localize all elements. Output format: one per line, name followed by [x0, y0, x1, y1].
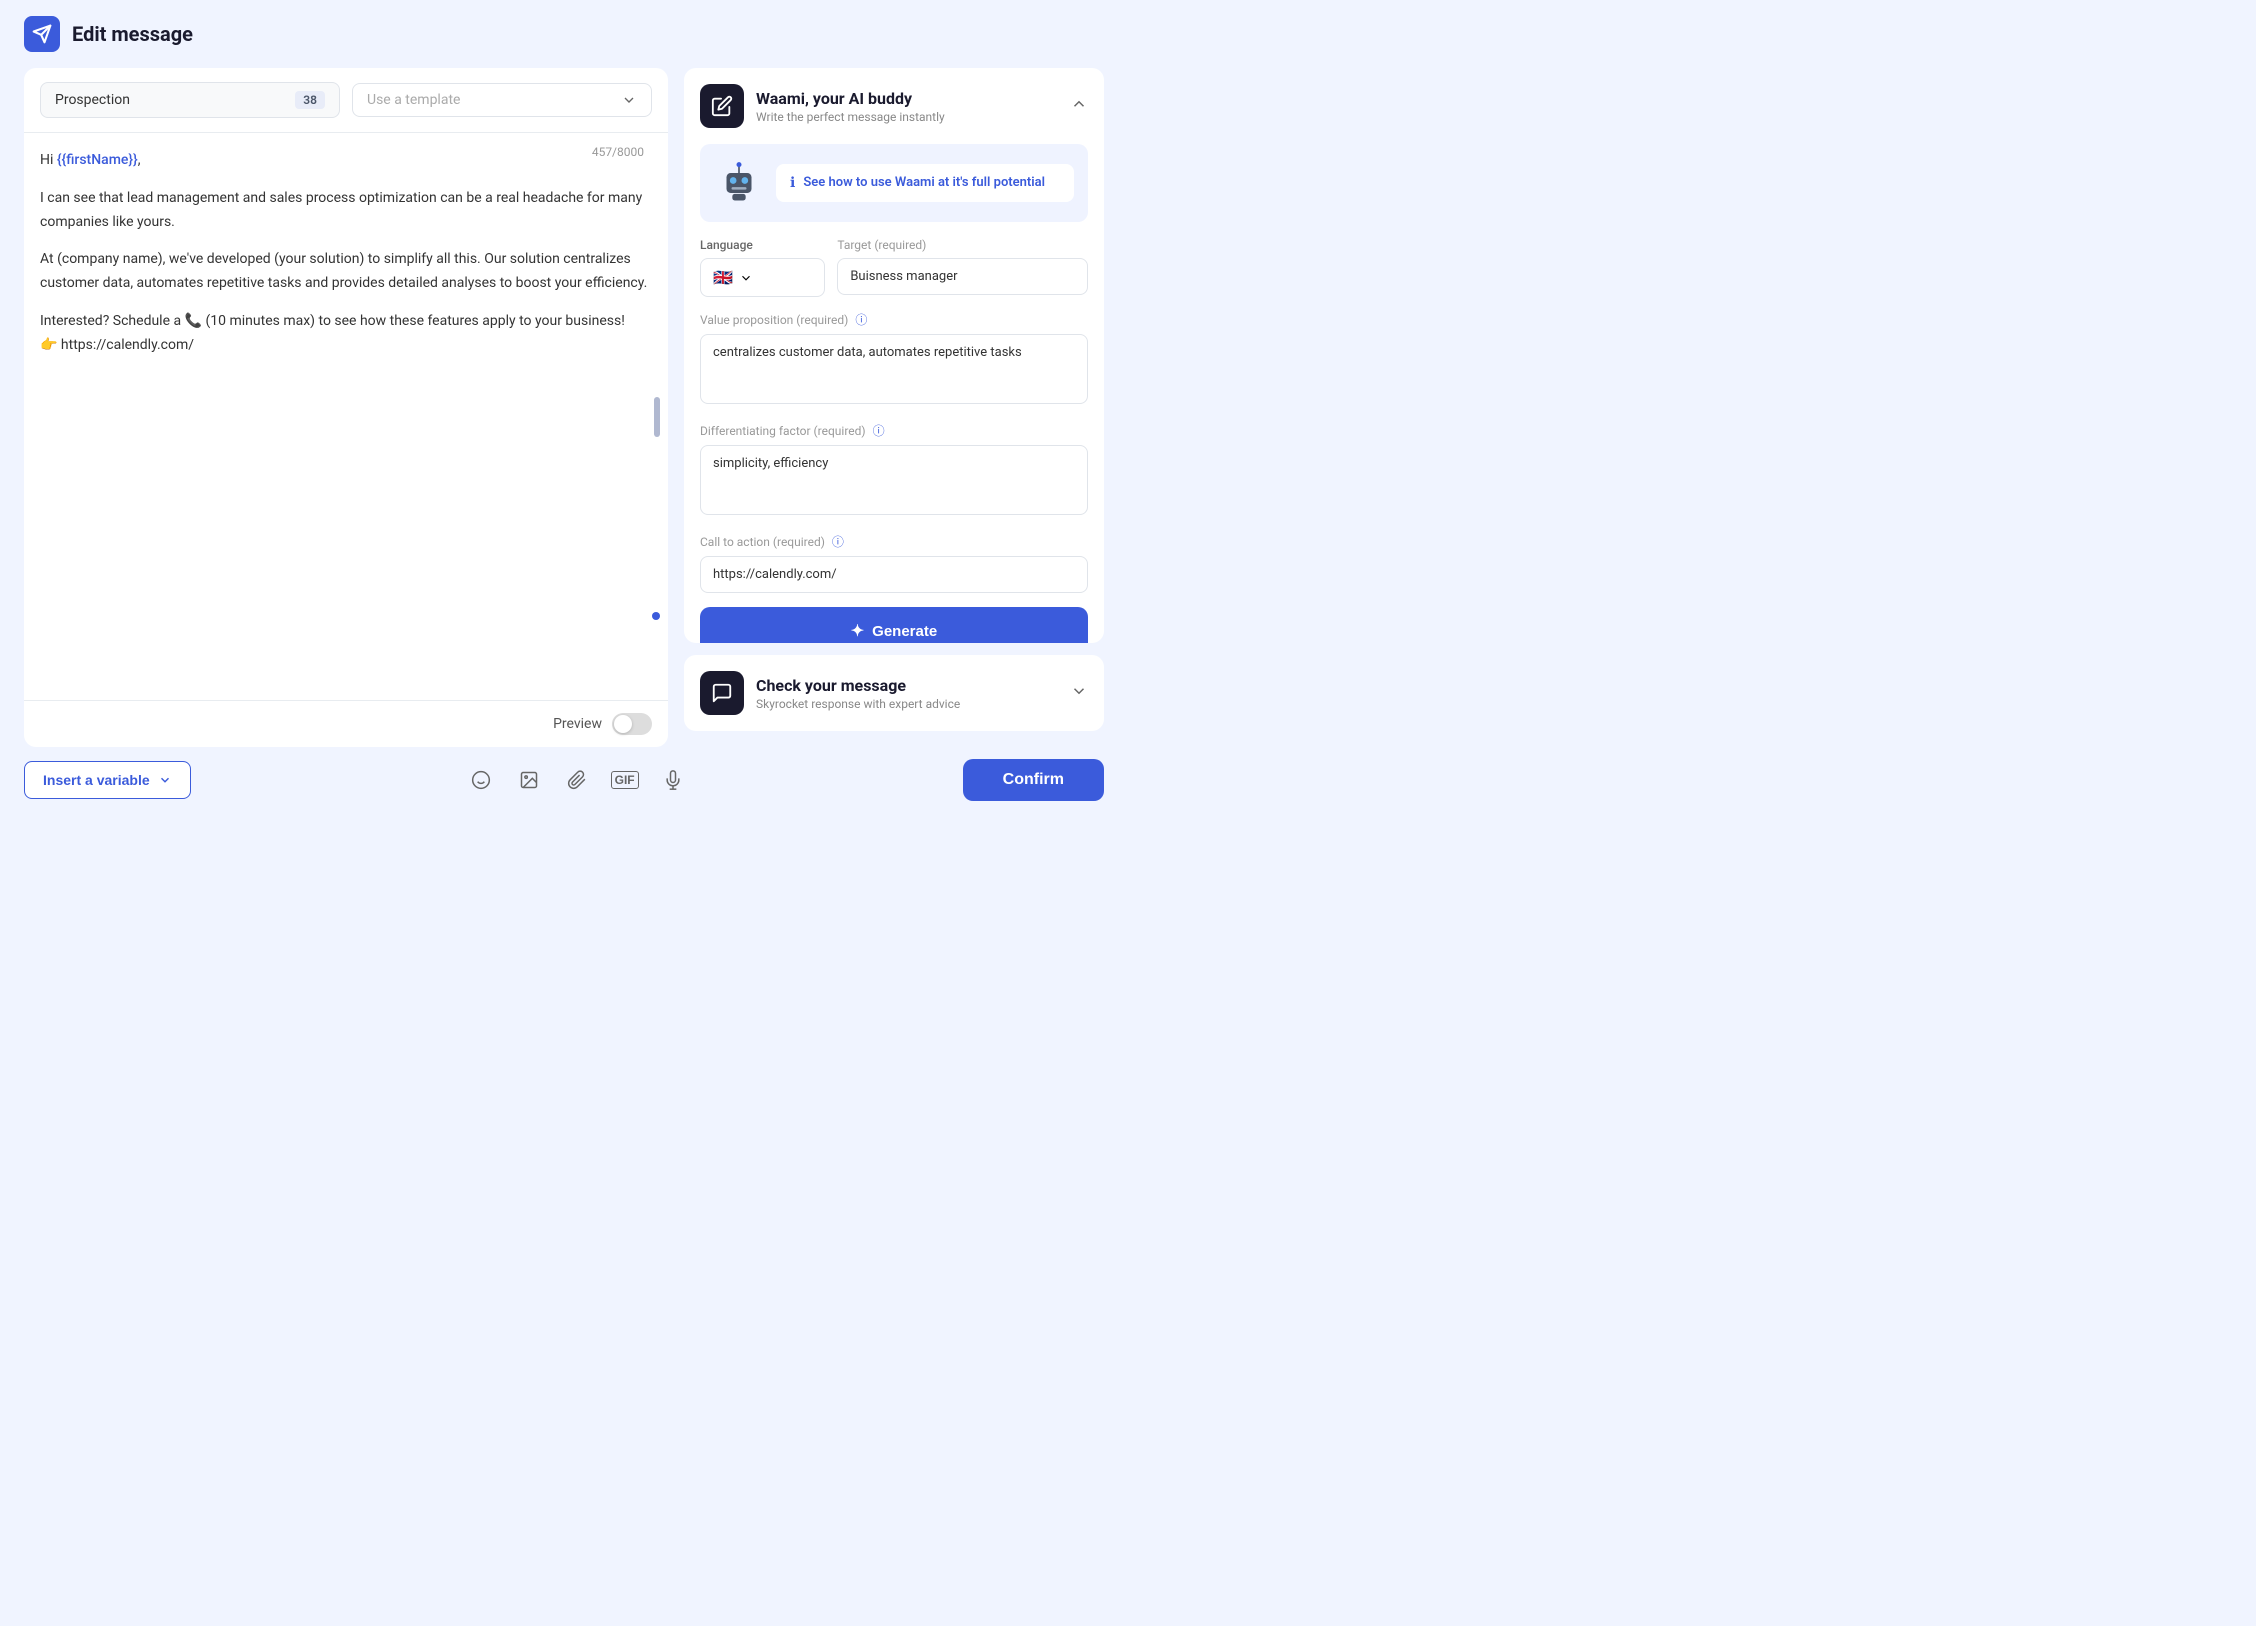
main-content: Prospection 38 Use a template 457/8000 H… [0, 68, 1128, 747]
message-para3: Interested? Schedule a 📞 (10 minutes max… [40, 310, 652, 358]
preview-toggle[interactable] [612, 713, 652, 735]
sequence-count: 38 [295, 91, 325, 109]
chevron-down-icon [1070, 682, 1088, 700]
voice-button[interactable] [657, 764, 689, 796]
sequence-label: Prospection [55, 92, 130, 108]
template-dropdown[interactable]: Use a template [352, 83, 652, 117]
edit-icon [711, 95, 733, 117]
ai-panel-header[interactable]: Waami, your AI buddy Write the perfect m… [684, 68, 1104, 144]
differentiating-input[interactable]: simplicity, efficiency [700, 445, 1088, 515]
template-placeholder: Use a template [367, 92, 460, 108]
target-label: Target (required) [837, 238, 1088, 252]
chevron-down-icon [158, 773, 172, 787]
chevron-down-icon [621, 92, 637, 108]
microphone-icon [663, 770, 683, 790]
language-field-group: Language 🇬🇧 [700, 238, 825, 297]
chevron-up-icon [1070, 95, 1088, 113]
info-icon-diff: ⓘ [873, 424, 885, 438]
ai-subtitle: Write the perfect message instantly [756, 110, 1058, 124]
toolbar-icons: GIF [203, 764, 951, 796]
value-prop-label: Value proposition (required) ⓘ [700, 311, 1088, 328]
phone-emoji: 📞 [185, 313, 202, 329]
check-subtitle: Skyrocket response with expert advice [756, 697, 1058, 711]
firstname-variable: {{firstName}} [57, 152, 138, 168]
waami-icon-box [700, 84, 744, 128]
paperclip-icon [567, 770, 587, 790]
right-panel: Waami, your AI buddy Write the perfect m… [684, 68, 1104, 747]
waami-promo-banner: ℹ See how to use Waami at it's full pote… [700, 144, 1088, 222]
info-icon-cta: ⓘ [832, 535, 844, 549]
check-panel-header[interactable]: Check your message Skyrocket response wi… [684, 655, 1104, 731]
page-title: Edit message [72, 22, 193, 46]
target-input[interactable] [837, 258, 1088, 295]
robot-avatar [714, 158, 764, 208]
chevron-down-icon [739, 271, 753, 285]
message-para1: I can see that lead management and sales… [40, 187, 652, 235]
message-line1: Hi {{firstName}}, [40, 149, 652, 173]
cta-group: Call to action (required) ⓘ https://cale… [700, 533, 1088, 593]
ai-title: Waami, your AI buddy [756, 89, 1058, 108]
attachment-button[interactable] [561, 764, 593, 796]
preview-label: Preview [553, 716, 602, 732]
generate-button[interactable]: ✦ Generate [700, 607, 1088, 643]
promo-text-box[interactable]: ℹ See how to use Waami at it's full pote… [776, 164, 1074, 202]
image-button[interactable] [513, 764, 545, 796]
left-panel: Prospection 38 Use a template 457/8000 H… [24, 68, 668, 747]
app-container: Edit message Prospection 38 Use a templa… [0, 0, 1128, 813]
bottom-toolbar: Insert a variable [0, 747, 1128, 813]
message-controls: Prospection 38 Use a template [24, 68, 668, 133]
ai-panel-body: ℹ See how to use Waami at it's full pote… [684, 144, 1104, 643]
flag-icon: 🇬🇧 [713, 268, 733, 287]
promo-link: See how to use Waami at it's full potent… [803, 174, 1045, 192]
check-title: Check your message [756, 676, 1058, 695]
expand-button[interactable] [1070, 682, 1088, 705]
language-target-row: Language 🇬🇧 Target (required) [700, 238, 1088, 297]
generate-label: Generate [872, 623, 937, 640]
message-content-area[interactable]: Hi {{firstName}}, I can see that lead ma… [24, 133, 668, 374]
differentiating-label: Differentiating factor (required) ⓘ [700, 422, 1088, 439]
check-icon-box [700, 671, 744, 715]
header: Edit message [0, 0, 1128, 68]
value-prop-input[interactable]: centralizes customer data, automates rep… [700, 334, 1088, 404]
target-field-group: Target (required) [837, 238, 1088, 297]
ai-header-text: Waami, your AI buddy Write the perfect m… [756, 89, 1058, 124]
scroll-dot [652, 612, 660, 620]
differentiating-group: Differentiating factor (required) ⓘ simp… [700, 422, 1088, 519]
ai-panel: Waami, your AI buddy Write the perfect m… [684, 68, 1104, 643]
info-icon: ℹ [790, 175, 795, 191]
check-panel: Check your message Skyrocket response wi… [684, 655, 1104, 731]
info-icon-vp: ⓘ [855, 313, 867, 327]
check-header-text: Check your message Skyrocket response wi… [756, 676, 1058, 711]
message-check-icon [711, 682, 733, 704]
language-select[interactable]: 🇬🇧 [700, 258, 825, 297]
char-count: 457/8000 [592, 145, 644, 159]
message-para2: At (company name), we've developed (your… [40, 248, 652, 296]
value-prop-group: Value proposition (required) ⓘ centraliz… [700, 311, 1088, 408]
insert-variable-label: Insert a variable [43, 772, 150, 788]
collapse-button[interactable] [1070, 95, 1088, 118]
message-editor: 457/8000 Hi {{firstName}}, I can see tha… [24, 133, 668, 700]
preview-bar: Preview [24, 700, 668, 747]
emoji-icon [471, 770, 491, 790]
emoji-button[interactable] [465, 764, 497, 796]
insert-variable-button[interactable]: Insert a variable [24, 761, 191, 799]
cta-input[interactable]: https://calendly.com/ [700, 556, 1088, 593]
scroll-indicator[interactable] [654, 397, 660, 437]
gif-icon: GIF [611, 771, 639, 789]
language-label: Language [700, 238, 825, 252]
cta-label: Call to action (required) ⓘ [700, 533, 1088, 550]
star-icon: ✦ [851, 621, 864, 641]
sequence-badge: Prospection 38 [40, 82, 340, 118]
confirm-button[interactable]: Confirm [963, 759, 1104, 801]
gif-button[interactable]: GIF [609, 764, 641, 796]
image-icon [519, 770, 539, 790]
pointing-emoji: 👉 [40, 337, 57, 353]
app-icon [24, 16, 60, 52]
